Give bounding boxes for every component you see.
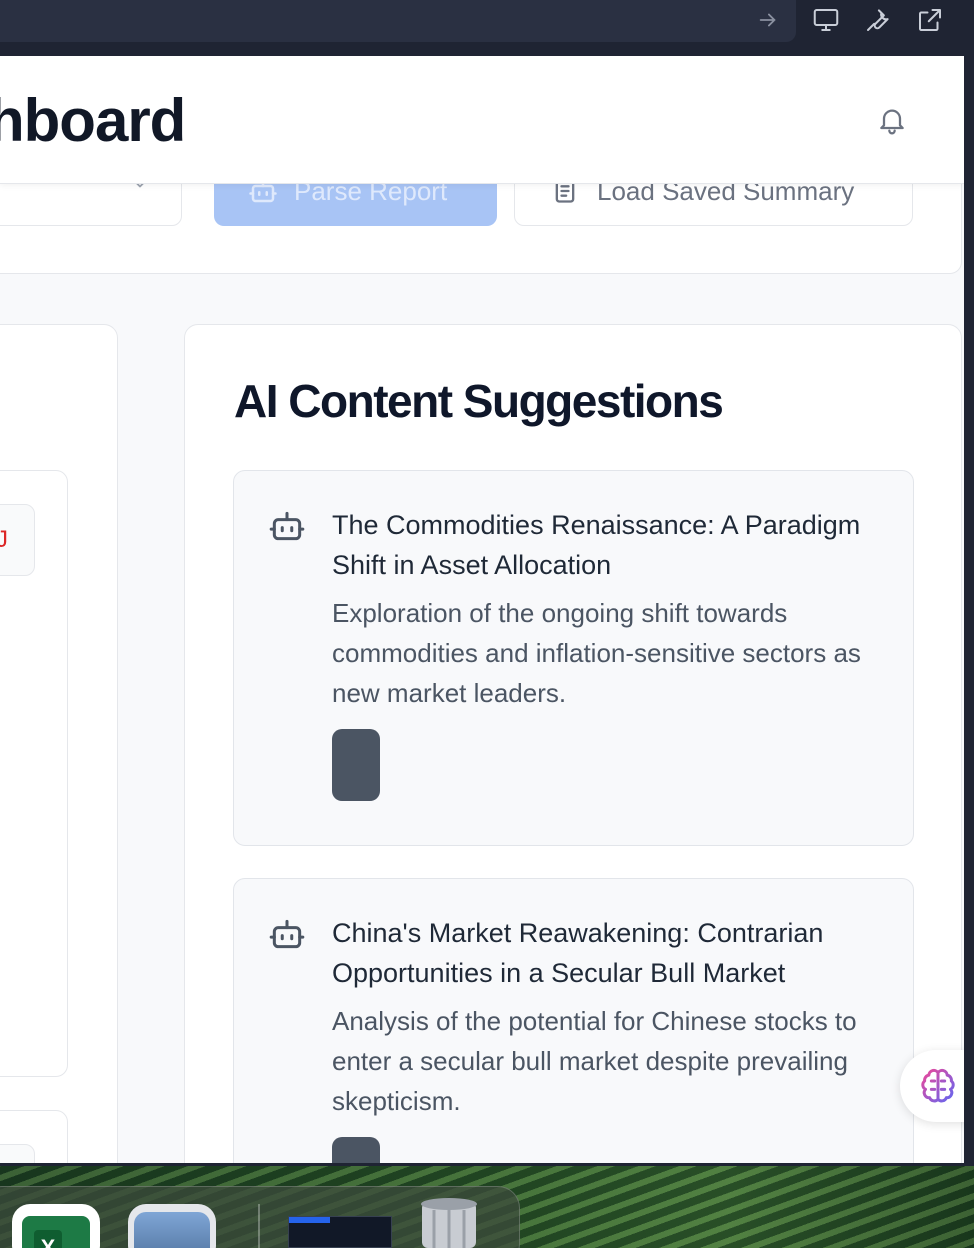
suggestions-title: AI Content Suggestions	[234, 375, 724, 427]
left-chip-2[interactable]	[0, 1144, 35, 1163]
bell-icon[interactable]	[874, 102, 910, 138]
robot-icon	[268, 915, 306, 953]
suggestion-card[interactable]: China's Market Reawakening: Contrarian O…	[233, 878, 914, 1163]
suggestion-title: China's Market Reawakening: Contrarian O…	[332, 918, 824, 988]
address-bar[interactable]	[0, 0, 796, 42]
arrow-right-icon[interactable]	[752, 4, 784, 36]
excel-icon[interactable]: X	[12, 1204, 100, 1248]
suggestion-card[interactable]: The Commodities Renaissance: A Paradigm …	[233, 470, 914, 846]
trash-icon[interactable]	[416, 1196, 482, 1248]
app-window: Parse Report Load Saved Summary hboard J…	[0, 56, 964, 1166]
left-chip-label: J	[0, 526, 8, 554]
suggestion-title: The Commodities Renaissance: A Paradigm …	[332, 510, 861, 580]
ai-assistant-button[interactable]	[900, 1050, 964, 1122]
monitor-icon[interactable]	[810, 4, 842, 36]
left-chip[interactable]: J	[0, 504, 35, 576]
brain-icon	[921, 1068, 955, 1103]
app-header: hboard	[0, 56, 964, 184]
robot-icon	[268, 507, 306, 545]
external-link-icon[interactable]	[914, 4, 946, 36]
suggestion-description: Exploration of the ongoing shift towards…	[332, 598, 861, 708]
suggestion-tag[interactable]	[332, 729, 380, 801]
suggestion-tag[interactable]	[332, 1137, 380, 1163]
excel-x-glyph: X	[34, 1230, 62, 1248]
wrench-icon[interactable]	[862, 4, 894, 36]
dock-divider	[258, 1204, 260, 1248]
screenshot-thumbnail[interactable]	[288, 1216, 392, 1248]
suggestion-description: Analysis of the potential for Chinese st…	[332, 1006, 857, 1116]
page-title: hboard	[0, 87, 186, 154]
window-edge	[964, 56, 974, 1166]
preview-icon[interactable]	[128, 1204, 216, 1248]
browser-toolbar	[0, 0, 974, 56]
